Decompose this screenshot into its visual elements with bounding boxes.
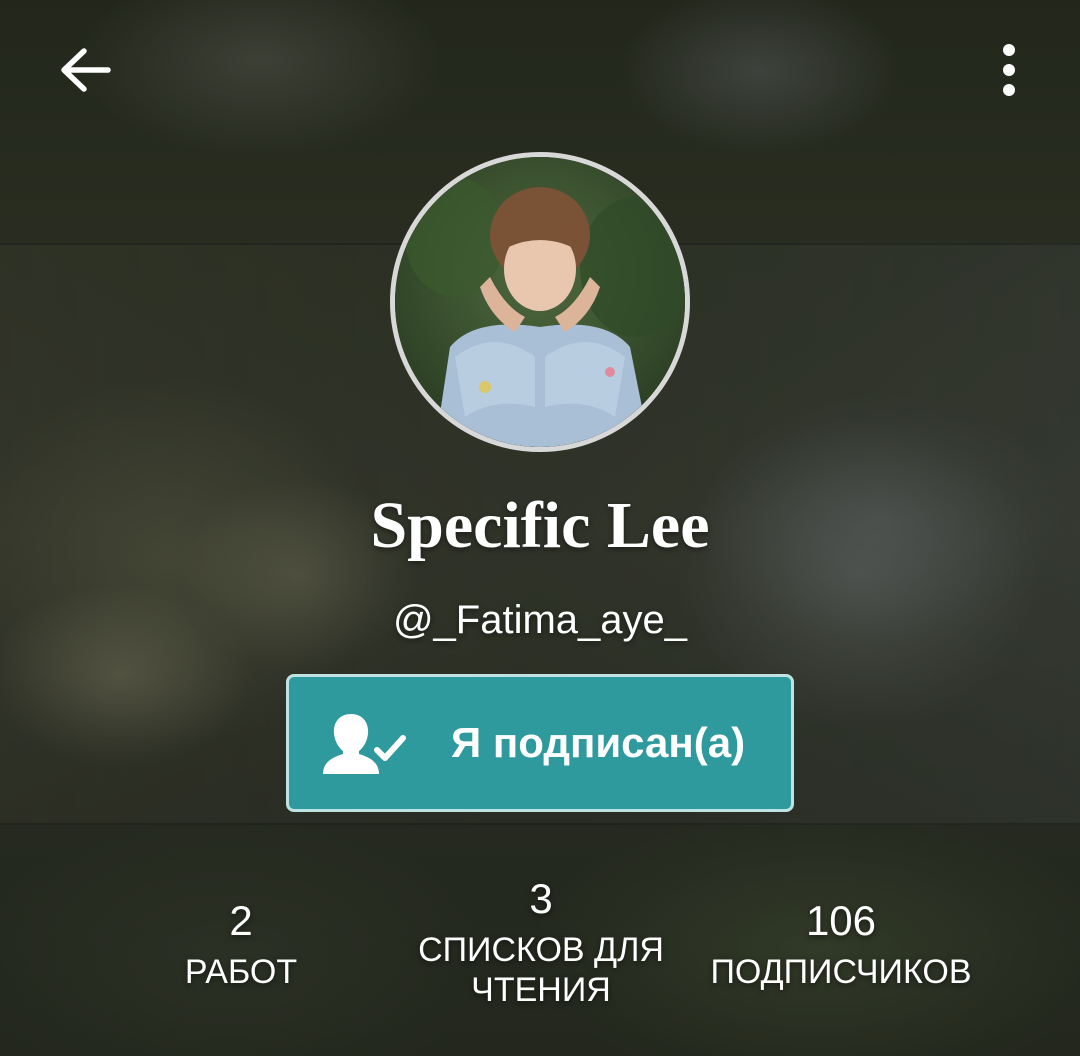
more-vertical-icon: [1003, 44, 1015, 96]
stat-works-label: РАБОТ: [184, 953, 298, 991]
username: @_Fatima_aye_: [392, 598, 688, 642]
back-button[interactable]: [50, 40, 120, 100]
stat-reading-lists-label: СПИСКОВ ДЛЯ ЧТЕНИЯ: [418, 931, 664, 1009]
following-button-label: Я подписан(а): [451, 719, 746, 766]
stat-reading-lists-count: 3: [529, 875, 553, 922]
stat-reading-lists[interactable]: 3 СПИСКОВ ДЛЯ ЧТЕНИЯ: [391, 874, 691, 1010]
avatar[interactable]: [390, 152, 690, 452]
more-options-button[interactable]: [984, 38, 1034, 102]
stat-works[interactable]: 2 РАБОТ: [91, 896, 391, 992]
display-name: Specific Lee: [370, 489, 710, 562]
stat-followers-count: 106: [805, 897, 877, 944]
profile-screen: Specific Lee @_Fatima_aye_ Я подписан(а)…: [0, 0, 1080, 1056]
stat-followers-label: ПОДПИСЧИКОВ: [710, 953, 972, 991]
following-button[interactable]: Я подписан(а): [286, 674, 794, 812]
arrow-left-icon: [61, 48, 111, 92]
stat-works-count: 2: [229, 897, 253, 944]
stat-followers[interactable]: 106 ПОДПИСЧИКОВ: [691, 896, 991, 992]
user-check-icon: [315, 703, 415, 783]
